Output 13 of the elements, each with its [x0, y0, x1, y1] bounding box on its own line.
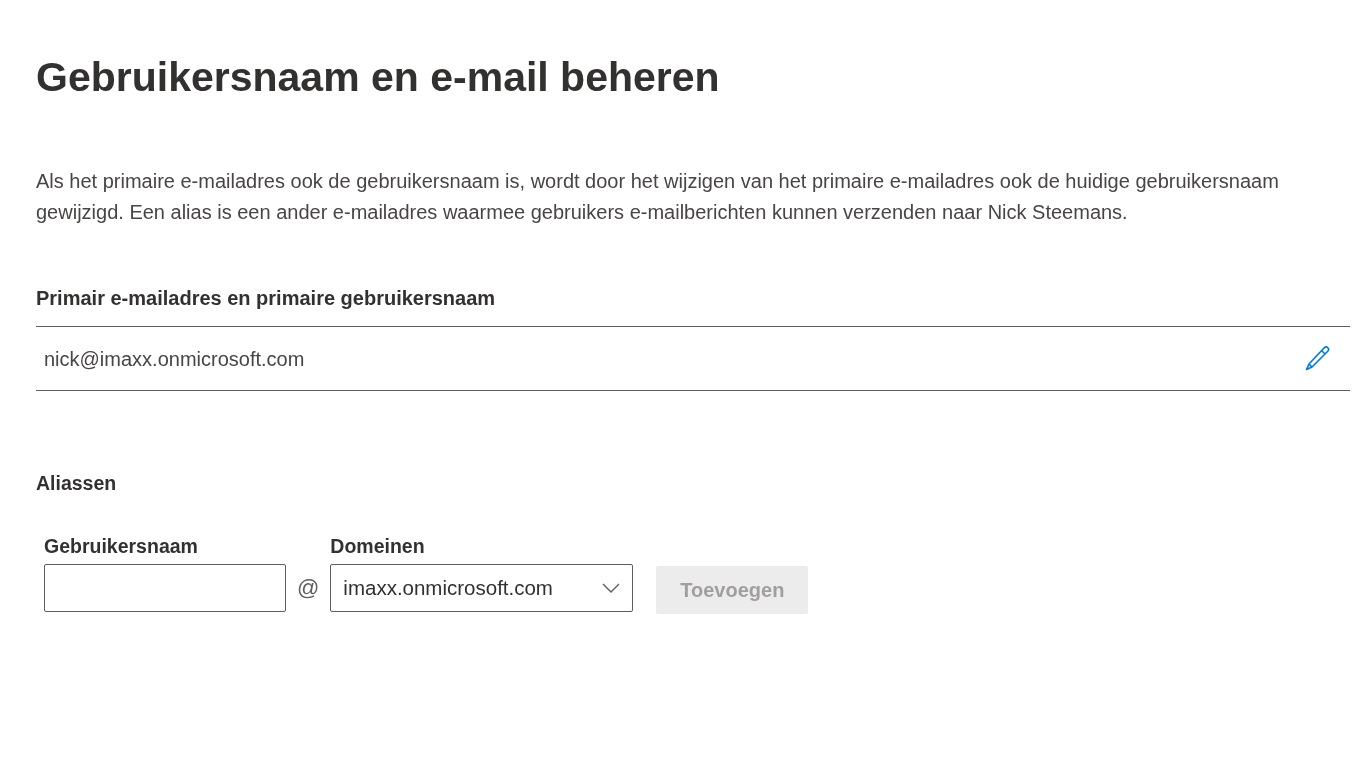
aliases-heading: Aliassen [36, 471, 117, 495]
description-text: Als het primaire e-mailadres ook de gebruikersnaam is, wordt door het wijzigen van het primaire e-mailadres ook de huidige gebruikersnaam gewijzigd. Een alias is een ander e-mailadres waarmee gebruikers e-mailberichten kunnen verzenden naar Nick Steemans. [36, 169, 1280, 225]
pencil-icon [1305, 346, 1330, 371]
domain-dropdown[interactable]: imaxx.onmicrosoft.com [330, 564, 634, 612]
edit-button[interactable] [1305, 346, 1330, 371]
username-input[interactable] [44, 564, 286, 612]
at-sign-text: @ [297, 574, 320, 602]
page-title: Gebruikersnaam en e-mail beheren [36, 53, 720, 102]
domains-label: Domeinen [330, 534, 425, 559]
chevron-down-icon [602, 583, 621, 593]
section-heading: Primair e-mailadres en primaire gebruikersnaam [36, 286, 496, 310]
primary-email-text: nick@imaxx.onmicrosoft.com [44, 346, 305, 372]
username-label: Gebruikersnaam [44, 534, 198, 559]
